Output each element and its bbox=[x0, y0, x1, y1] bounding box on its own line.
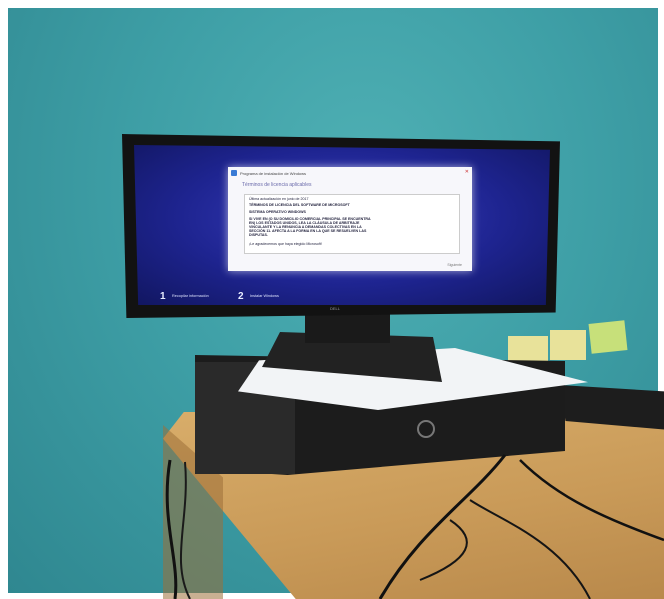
close-icon[interactable]: ✕ bbox=[465, 169, 469, 175]
setup-progress-steps: 1 Recopilar información 2 Instalar Windo… bbox=[152, 291, 532, 305]
dialog-title: Programa de instalación de Windows bbox=[240, 171, 307, 176]
monitor-brand-logo: DELL bbox=[330, 306, 341, 311]
dialog-heading: Términos de licencia aplicables bbox=[242, 182, 312, 188]
license-line: ¡Le agradecemos que haya elegido Microso… bbox=[249, 242, 322, 246]
photo-frame: Programa de instalación de Windows ✕ Tér… bbox=[0, 0, 664, 599]
license-text-box[interactable]: Última actualización en junio de 2017 TÉ… bbox=[244, 194, 460, 254]
step-label: Instalar Windows bbox=[250, 294, 279, 298]
license-line: TÉRMINOS DE LICENCIA DEL SOFTWARE DE MIC… bbox=[249, 203, 350, 207]
license-line: SISTEMA OPERATIVO WINDOWS bbox=[249, 210, 306, 214]
windows-setup-icon bbox=[231, 170, 237, 176]
step-label: Recopilar información bbox=[172, 294, 209, 298]
step-number: 2 bbox=[238, 291, 244, 302]
step-number: 1 bbox=[160, 291, 166, 302]
license-line: DISPUTAS. bbox=[249, 233, 268, 237]
license-line: Última actualización en junio de 2017 bbox=[249, 197, 309, 201]
next-button[interactable]: Siguiente bbox=[447, 263, 462, 267]
windows-setup-dialog: Programa de instalación de Windows ✕ Tér… bbox=[228, 167, 472, 271]
